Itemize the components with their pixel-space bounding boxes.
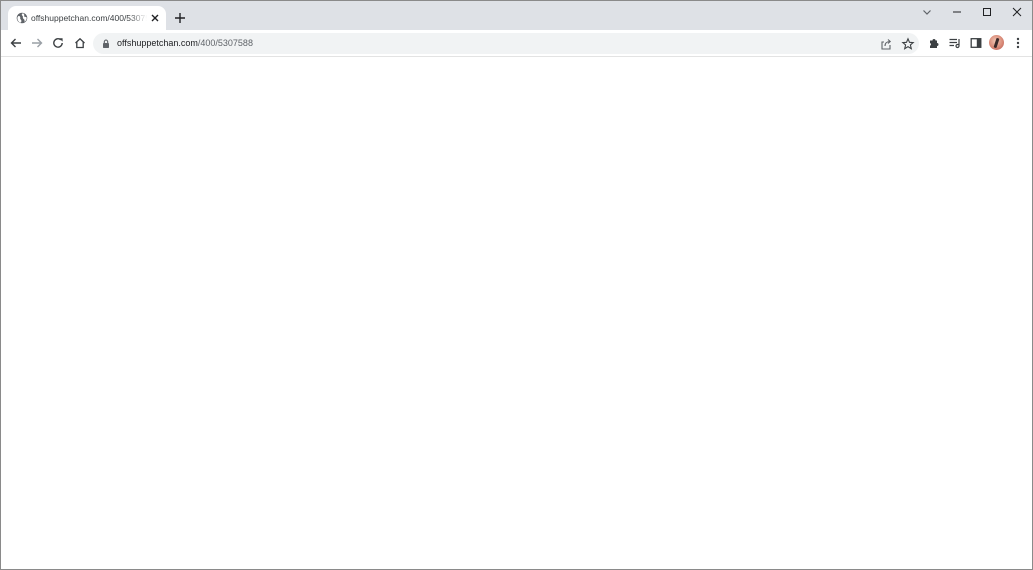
browser-toolbar: offshuppetchan.com/400/5307588: [1, 30, 1032, 57]
close-tab-icon[interactable]: [149, 12, 161, 24]
tab-active[interactable]: offshuppetchan.com/400/5307588: [8, 6, 166, 30]
share-icon[interactable]: [879, 37, 893, 51]
tab-search-icon[interactable]: [920, 5, 934, 19]
lock-icon[interactable]: [102, 39, 110, 48]
side-panel-icon[interactable]: [969, 36, 983, 50]
url-path: /400/5307588: [197, 38, 253, 48]
new-tab-icon[interactable]: [174, 12, 186, 24]
reading-list-icon[interactable]: [948, 36, 962, 50]
minimize-icon[interactable]: [950, 5, 964, 19]
home-icon[interactable]: [73, 36, 87, 50]
puzzle-icon[interactable]: [927, 36, 941, 50]
maximize-icon[interactable]: [980, 5, 994, 19]
tab-strip: offshuppetchan.com/400/5307588: [1, 1, 1032, 30]
globe-icon: [16, 12, 28, 24]
arrow-right-icon[interactable]: [30, 36, 44, 50]
browser-window: offshuppetchan.com/400/5307588 offshuppe…: [0, 0, 1033, 570]
url-host: offshuppetchan.com: [117, 38, 198, 48]
address-bar[interactable]: offshuppetchan.com/400/5307588: [93, 33, 919, 54]
kebab-menu-icon[interactable]: [1011, 36, 1025, 50]
close-window-icon[interactable]: [1010, 5, 1024, 19]
profile-avatar[interactable]: [989, 35, 1004, 50]
arrow-left-icon[interactable]: [9, 36, 23, 50]
star-icon[interactable]: [901, 37, 915, 51]
page-content: [1, 57, 1032, 569]
url-text[interactable]: offshuppetchan.com/400/5307588: [117, 36, 253, 51]
reload-icon[interactable]: [51, 36, 65, 50]
tab-title: offshuppetchan.com/400/5307588: [31, 13, 147, 23]
